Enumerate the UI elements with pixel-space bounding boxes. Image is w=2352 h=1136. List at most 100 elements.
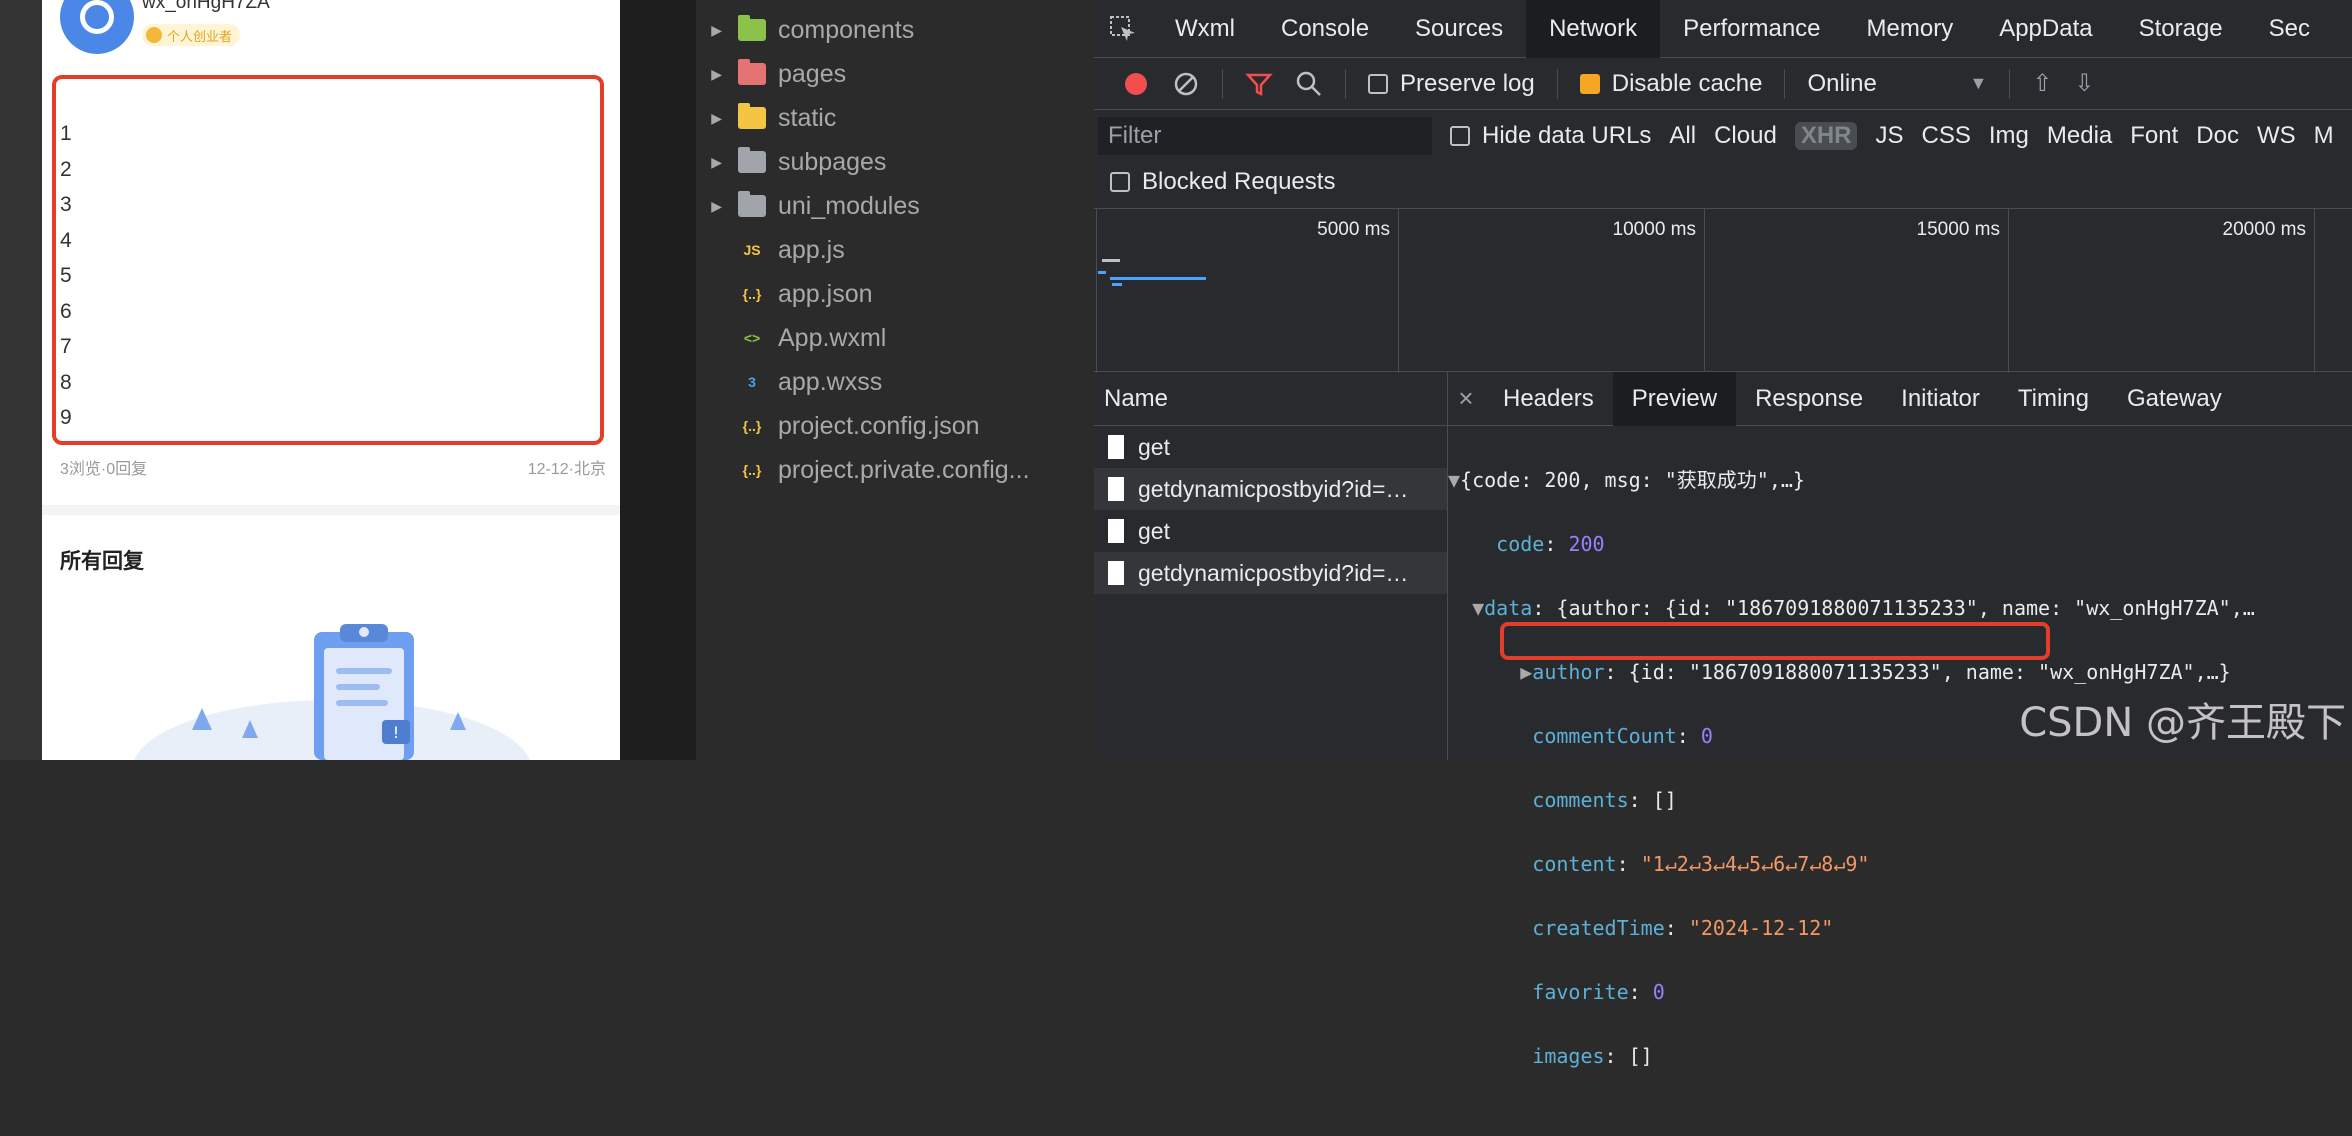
detail-tab-response[interactable]: Response <box>1736 372 1882 426</box>
tab-storage[interactable]: Storage <box>2116 0 2246 58</box>
blocked-requests-checkbox[interactable]: Blocked Requests <box>1110 168 1335 196</box>
filter-type-ws[interactable]: WS <box>2257 122 2296 150</box>
checkbox-icon <box>1450 126 1470 146</box>
filter-type-doc[interactable]: Doc <box>2196 122 2239 150</box>
file-tree-item[interactable]: <> App.wxml <box>696 318 887 358</box>
record-button[interactable] <box>1122 70 1150 98</box>
filter-input[interactable]: Filter <box>1098 117 1432 155</box>
json-row[interactable]: ▼data: {author: {id: "186709188007113523… <box>1448 592 2255 624</box>
expand-arrow-icon[interactable]: ▶ <box>696 66 738 83</box>
timeline-request-bar <box>1098 271 1106 274</box>
request-row[interactable]: get <box>1094 426 1447 468</box>
avatar[interactable] <box>60 0 134 54</box>
timeline-request-bar <box>1112 283 1122 286</box>
file-tree-label: subpages <box>778 147 887 176</box>
file-tree-item[interactable]: {..} project.private.config... <box>696 450 1030 490</box>
request-row[interactable]: get <box>1094 510 1447 552</box>
tab-sec[interactable]: Sec <box>2246 0 2333 58</box>
network-filter-bar: Filter Hide data URLs All Cloud XHR JS CSS Im… <box>1094 110 2352 162</box>
post-meta: 3浏览·0回复 12-12·北京 <box>60 455 606 479</box>
file-tree-item[interactable]: {..} project.config.json <box>696 406 980 446</box>
json-row: code: 200 <box>1496 532 1605 556</box>
wxml-file-icon: <> <box>743 330 761 346</box>
json-row: createdTime: "2024-12-12" <box>1532 916 1834 940</box>
file-tree-item[interactable]: JS app.js <box>696 230 845 270</box>
tab-performance[interactable]: Performance <box>1660 0 1843 58</box>
file-tree-item[interactable]: ▶ static <box>696 98 836 138</box>
throttling-select[interactable]: Online <box>1807 70 1947 98</box>
filter-type-img[interactable]: Img <box>1989 122 2029 150</box>
detail-tab-initiator[interactable]: Initiator <box>1882 372 1999 426</box>
empty-replies-illustration-icon: ! <box>134 624 530 760</box>
hide-data-urls-checkbox[interactable]: Hide data URLs <box>1450 122 1651 150</box>
network-timeline-overview[interactable]: 5000 ms 10000 ms 15000 ms 20000 ms <box>1094 208 2352 373</box>
timeline-request-bar <box>1102 259 1120 262</box>
detail-tab-preview[interactable]: Preview <box>1612 371 1737 426</box>
tab-memory[interactable]: Memory <box>1844 0 1977 58</box>
json-root[interactable]: ▼{code: 200, msg: "获取成功",…} <box>1448 464 2255 496</box>
request-name: get <box>1138 517 1170 544</box>
highlight-box-content <box>1500 622 2050 660</box>
author-badge: 个人创业者 <box>142 24 241 46</box>
filter-type-css[interactable]: CSS <box>1922 122 1971 150</box>
expand-arrow-icon[interactable]: ▶ <box>696 110 738 127</box>
inspect-element-icon[interactable] <box>1094 0 1152 58</box>
tab-network[interactable]: Network <box>1526 0 1661 58</box>
filter-type-xhr[interactable]: XHR <box>1794 122 1858 150</box>
file-tree-item[interactable]: 3 app.wxss <box>696 362 882 402</box>
import-har-icon[interactable]: ⇧ <box>2032 69 2052 98</box>
js-file-icon: JS <box>743 242 761 258</box>
filter-type-m[interactable]: M <box>2314 122 2334 150</box>
filter-type-font[interactable]: Font <box>2130 122 2178 150</box>
timeline-gridline <box>2008 209 2009 373</box>
json-file-icon: {..} <box>742 462 762 478</box>
detail-tab-gateway[interactable]: Gateway <box>2108 372 2241 426</box>
request-row[interactable]: getdynamicpostbyid?id=… <box>1094 552 1447 594</box>
file-tree-item[interactable]: ▶ components <box>696 10 914 50</box>
post-line: 4 <box>60 228 72 252</box>
file-explorer: ▶ components ▶ pages ▶ static ▶ subpages ▶ uni_mo… <box>696 0 1094 760</box>
file-tree-item[interactable]: {..} app.json <box>696 274 873 314</box>
json-row[interactable]: ▶author: {id: "1867091880071135233", nam… <box>1448 656 2255 688</box>
timeline-gridline <box>1096 209 1097 373</box>
request-name: getdynamicpostbyid?id=… <box>1138 475 1409 502</box>
tab-appdata[interactable]: AppData <box>1976 0 2115 58</box>
filter-type-cloud[interactable]: Cloud <box>1714 122 1777 150</box>
post-line: 8 <box>60 370 72 394</box>
file-tree-label: uni_modules <box>778 191 920 220</box>
editor-sidebar <box>620 0 696 760</box>
toolbar-separator <box>1556 68 1558 99</box>
preserve-log-checkbox[interactable]: Preserve log <box>1368 70 1535 98</box>
close-icon[interactable]: × <box>1448 383 1484 414</box>
toolbar-separator <box>1784 68 1786 99</box>
section-divider <box>42 505 620 515</box>
disable-cache-checkbox[interactable]: Disable cache <box>1579 70 1762 98</box>
name-column-header[interactable]: Name <box>1094 372 1447 426</box>
filter-toggle-button[interactable] <box>1245 70 1273 98</box>
tab-sources[interactable]: Sources <box>1392 0 1526 58</box>
request-rows: get getdynamicpostbyid?id=… get getdynamicp… <box>1094 426 1447 594</box>
chevron-down-icon[interactable]: ▼ <box>1969 73 1987 94</box>
request-row[interactable]: getdynamicpostbyid?id=… <box>1094 468 1447 510</box>
json-file-icon: {..} <box>742 418 762 434</box>
file-tree-item[interactable]: ▶ pages <box>696 54 846 94</box>
filter-type-all[interactable]: All <box>1669 122 1696 150</box>
post-author-name: wx_onHgH7ZA <box>142 0 270 13</box>
file-tree-item[interactable]: ▶ uni_modules <box>696 186 920 226</box>
expand-arrow-icon[interactable]: ▶ <box>696 22 738 39</box>
detail-tab-timing[interactable]: Timing <box>1999 372 2108 426</box>
checkbox-icon <box>1110 172 1130 192</box>
tab-wxml[interactable]: Wxml <box>1152 0 1258 58</box>
file-tree-label: app.js <box>778 235 845 264</box>
expand-arrow-icon[interactable]: ▶ <box>696 198 738 215</box>
filter-type-js[interactable]: JS <box>1875 122 1903 150</box>
pages-folder-icon <box>738 59 766 87</box>
detail-tab-headers[interactable]: Headers <box>1484 372 1613 426</box>
export-har-icon[interactable]: ⇩ <box>2074 69 2094 98</box>
filter-type-media[interactable]: Media <box>2047 122 2112 150</box>
search-button[interactable] <box>1295 70 1323 98</box>
file-tree-item[interactable]: ▶ subpages <box>696 142 886 182</box>
clear-button[interactable] <box>1172 70 1200 98</box>
expand-arrow-icon[interactable]: ▶ <box>696 154 738 171</box>
tab-console[interactable]: Console <box>1258 0 1392 58</box>
